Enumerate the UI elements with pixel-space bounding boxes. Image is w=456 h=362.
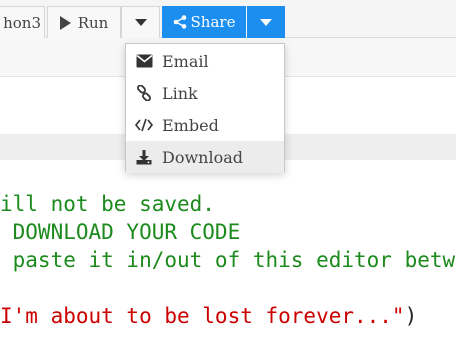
menu-item-label: Link (162, 83, 198, 103)
string-literal: I'm about to be lost forever..." (0, 304, 405, 328)
code-line: paste it in/out of this editor betw (0, 248, 456, 272)
toolbar: hon3 Run Share (0, 0, 456, 38)
code-icon (135, 116, 153, 134)
menu-item-label: Embed (162, 115, 219, 135)
menu-item-label: Email (162, 51, 209, 71)
menu-item-download[interactable]: Download (126, 141, 284, 173)
envelope-icon (135, 52, 153, 70)
menu-item-label: Download (162, 147, 243, 167)
language-selector-button[interactable]: hon3 (0, 6, 45, 38)
menu-item-embed[interactable]: Embed (126, 109, 284, 141)
download-icon (135, 148, 153, 166)
run-label: Run (77, 13, 109, 32)
code-line: DOWNLOAD YOUR CODE (0, 220, 241, 244)
share-dropdown-menu: Email Link Embed Download (125, 43, 285, 173)
language-label: hon3 (3, 13, 41, 32)
code-line: ill not be saved. (0, 192, 215, 216)
menu-item-link[interactable]: Link (126, 77, 284, 109)
closing-paren: ) (404, 304, 418, 328)
link-icon (135, 84, 153, 102)
menu-item-email[interactable]: Email (126, 45, 284, 77)
share-options-button[interactable] (247, 6, 285, 38)
share-icon (173, 15, 186, 29)
run-options-button[interactable] (121, 6, 160, 38)
play-icon (59, 15, 71, 30)
share-button[interactable]: Share (162, 6, 246, 38)
share-label: Share (190, 13, 236, 31)
run-button[interactable]: Run (47, 6, 121, 38)
chevron-down-icon (134, 19, 147, 26)
code-line: I'm about to be lost forever...") (0, 303, 417, 329)
chevron-down-icon (260, 18, 272, 26)
